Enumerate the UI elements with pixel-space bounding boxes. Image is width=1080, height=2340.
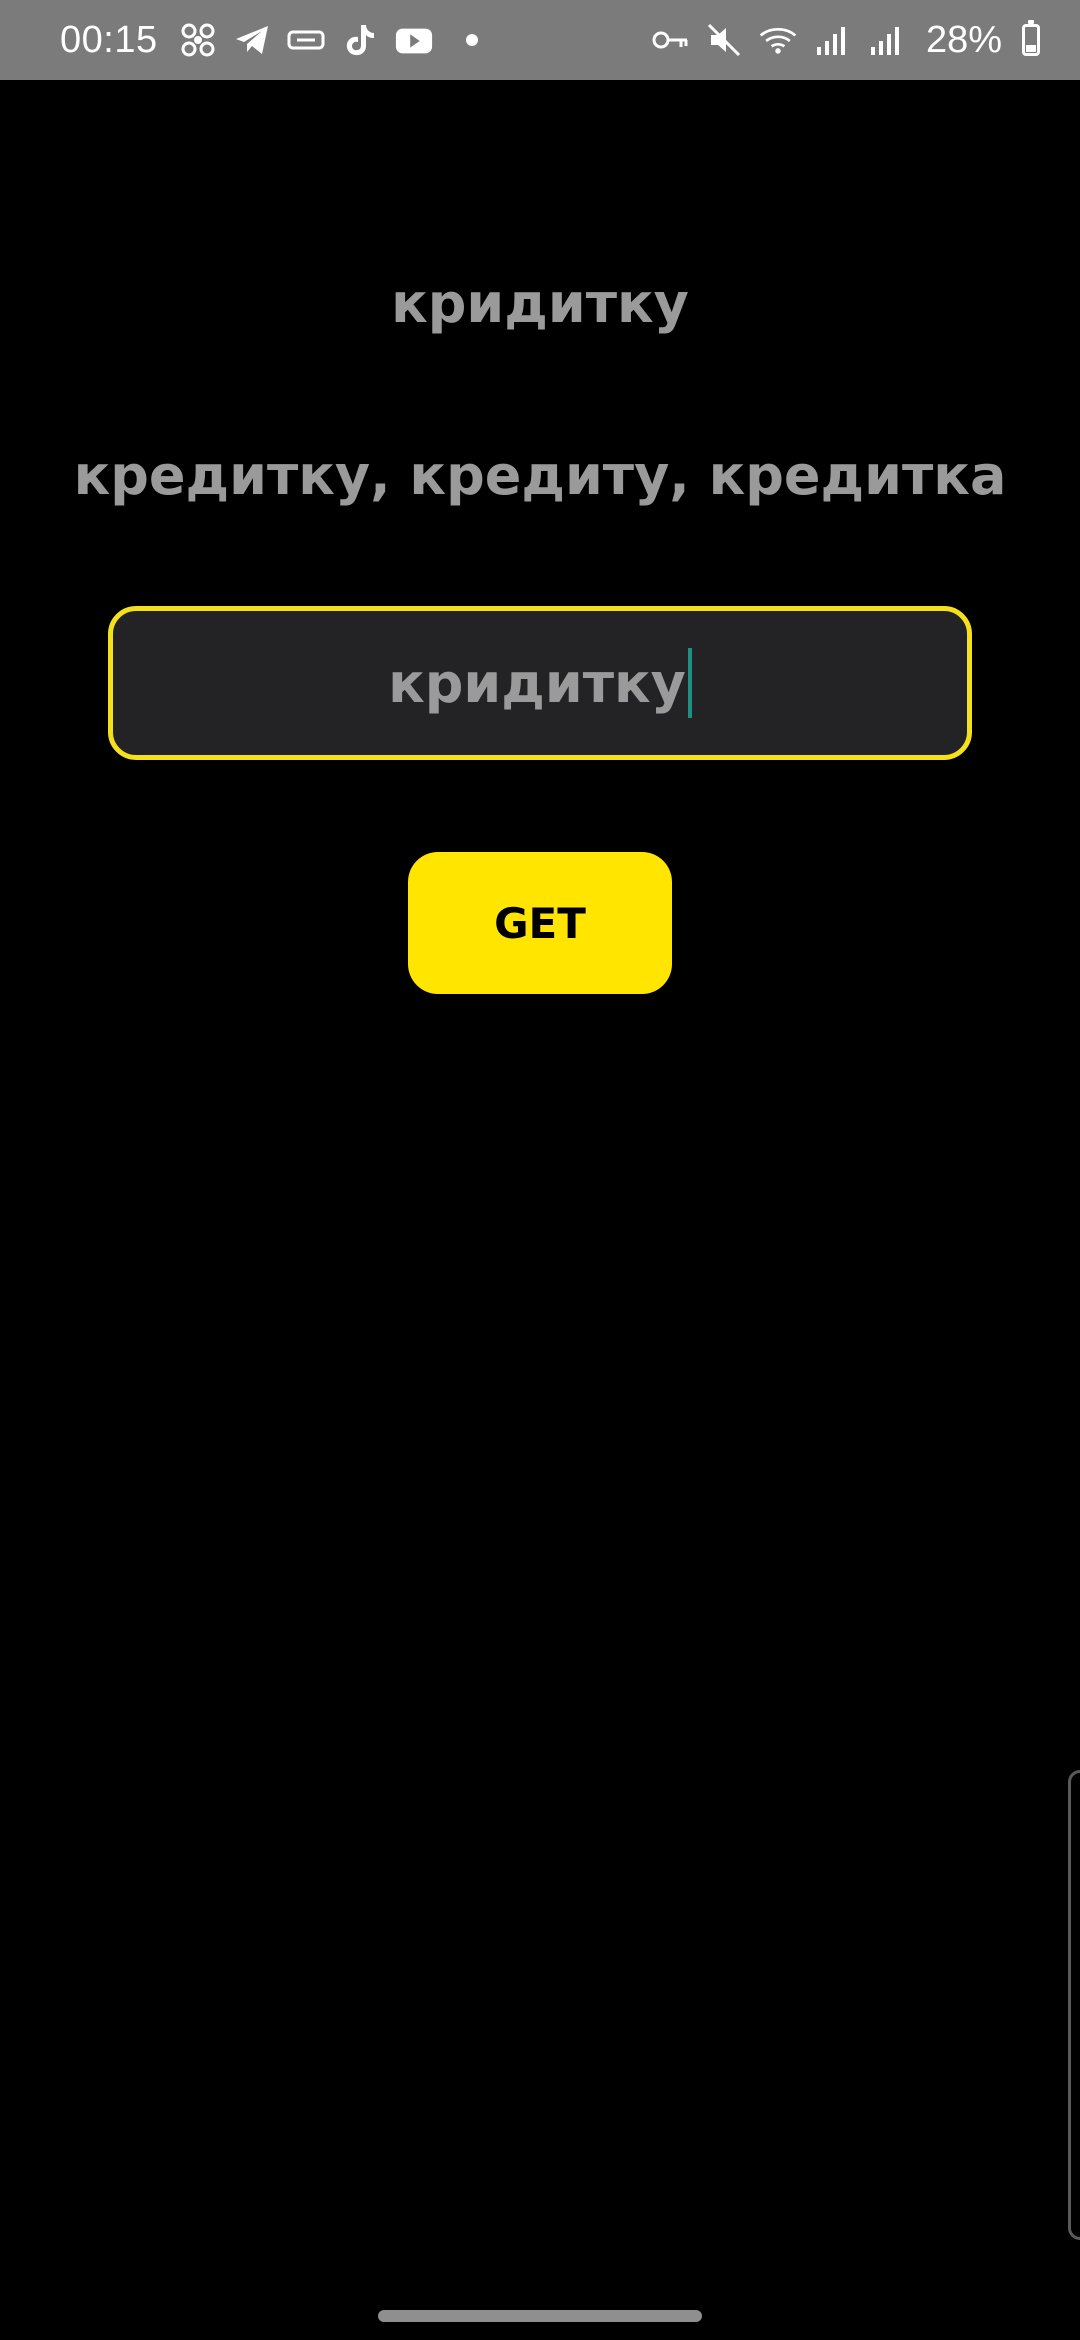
tiktok-icon	[340, 20, 380, 60]
vpn-icon	[286, 20, 326, 60]
home-gesture-bar[interactable]	[378, 2310, 702, 2322]
battery-icon	[1022, 20, 1040, 56]
status-right: 28%	[650, 19, 1040, 62]
youtube-icon	[394, 20, 434, 60]
status-bar: 00:15 28%	[0, 0, 1080, 80]
telegram-icon	[232, 20, 272, 60]
fan-icon	[178, 20, 218, 60]
signal-icon	[812, 20, 852, 60]
signal-icon	[866, 20, 906, 60]
word-input[interactable]: кридитку	[108, 606, 972, 760]
notification-dot	[465, 34, 478, 46]
wifi-icon	[758, 20, 798, 60]
edge-panel-handle[interactable]	[1068, 1770, 1080, 2240]
suggestions-text: кредитку, кредиту, кредитка	[73, 444, 1007, 507]
word-input-value[interactable]: кридитку	[388, 648, 692, 718]
status-time: 00:15	[60, 18, 158, 61]
status-left: 00:15	[60, 19, 478, 62]
word-input-text[interactable]: кридитку	[388, 652, 686, 715]
text-caret	[687, 648, 692, 718]
battery-percentage: 28%	[925, 18, 1002, 61]
word-title: кридитку	[391, 272, 689, 335]
key-icon	[650, 20, 690, 60]
mute-icon	[704, 20, 744, 60]
get-button[interactable]: GET	[408, 852, 672, 994]
